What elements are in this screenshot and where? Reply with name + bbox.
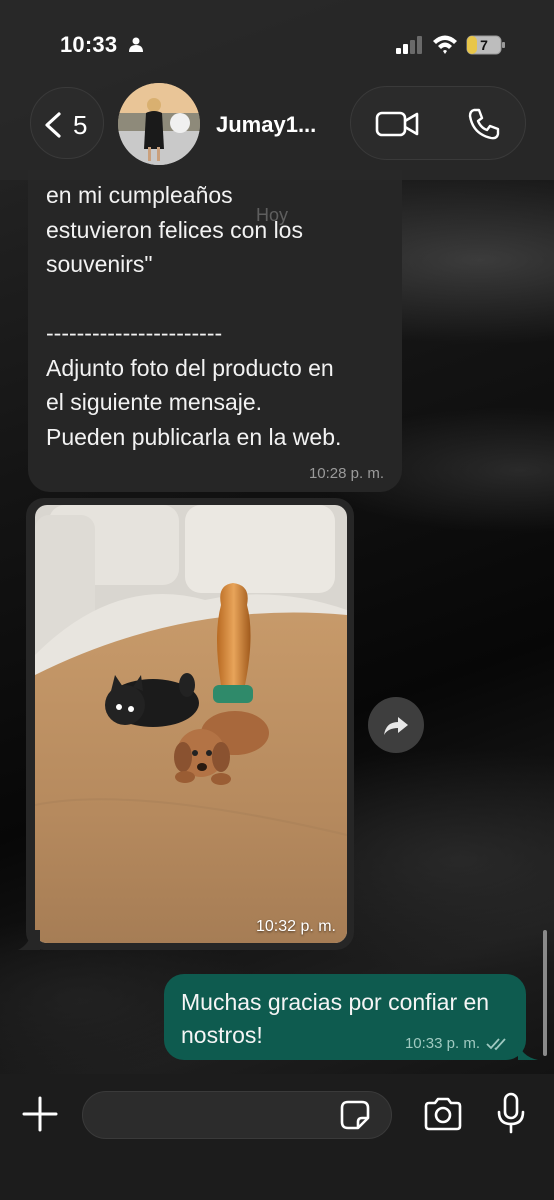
outgoing-bubble-tail — [518, 1040, 538, 1060]
photo-message-bubble[interactable]: 10:32 p. m. — [26, 498, 354, 950]
product-photo[interactable] — [35, 505, 347, 943]
outgoing-message-meta: 10:33 p. m. — [405, 1035, 510, 1052]
unread-count: 5 — [73, 110, 88, 140]
contact-name[interactable]: Jumay1... — [216, 112, 316, 138]
video-camera-icon[interactable] — [375, 109, 419, 139]
back-button[interactable]: 5 — [30, 87, 104, 159]
outgoing-message-bubble[interactable]: Muchas gracias por confiar en nostros! 1… — [164, 974, 526, 1060]
photo-message-time: 10:32 p. m. — [255, 918, 336, 935]
sticker-icon[interactable] — [338, 1098, 372, 1132]
chat-header: 5 Jumay1... — [0, 80, 554, 180]
avatar[interactable] — [118, 83, 200, 165]
status-time: 10:33 — [60, 32, 118, 57]
person-icon — [129, 37, 143, 52]
incoming-bubble-tail — [18, 930, 40, 950]
forward-button[interactable] — [368, 697, 424, 753]
call-actions — [350, 86, 526, 160]
signal-icon — [396, 36, 422, 54]
camera-icon[interactable] — [422, 1096, 464, 1132]
phone-icon[interactable] — [467, 107, 501, 141]
chat-scrollbar[interactable] — [543, 930, 547, 1056]
status-bar: 10:33 7 — [0, 0, 554, 80]
plus-icon[interactable] — [22, 1096, 58, 1132]
incoming-message-text: en mi cumpleaños estuvieron felices con … — [46, 182, 342, 450]
outgoing-message-time: 10:33 p. m. — [404, 1035, 480, 1052]
microphone-icon[interactable] — [496, 1092, 526, 1134]
wifi-icon — [433, 35, 457, 54]
incoming-message-bubble[interactable]: en mi cumpleaños estuvieron felices con … — [28, 170, 402, 492]
chevron-left-icon — [45, 112, 61, 138]
forward-icon — [384, 717, 408, 735]
double-check-icon — [486, 1037, 506, 1050]
message-input-bar — [0, 1074, 554, 1200]
incoming-message-time: 10:28 p. m. — [308, 465, 384, 482]
date-separator: Hoy — [256, 205, 289, 225]
battery-level: 7 — [480, 37, 488, 53]
